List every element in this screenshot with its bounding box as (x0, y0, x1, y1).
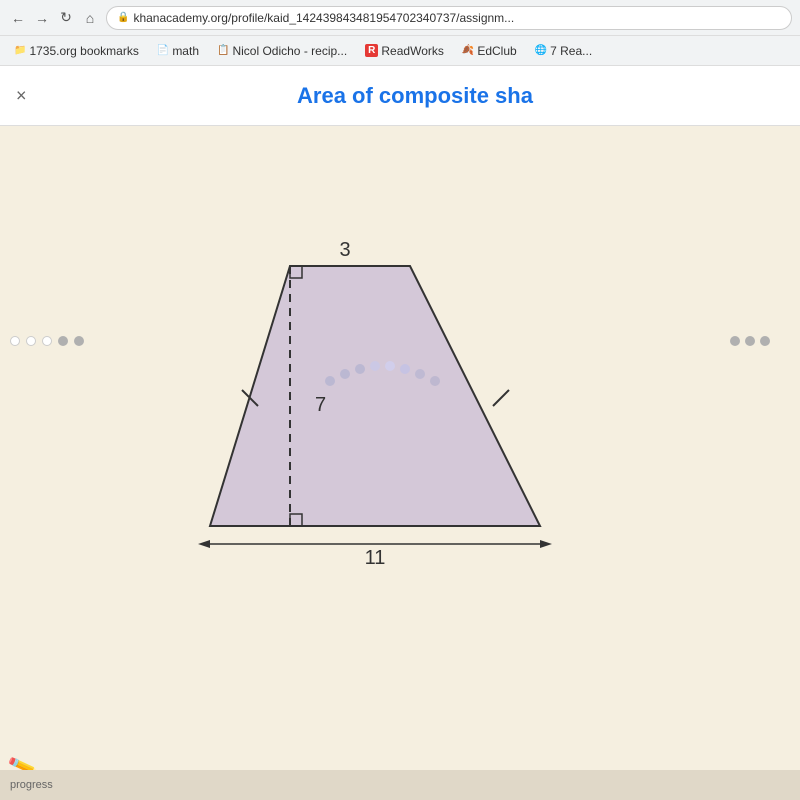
dot (42, 336, 52, 346)
trapezoid-diagram: 3 7 11 (190, 216, 610, 576)
bookmark-math[interactable]: 📄 math (151, 42, 205, 60)
bookmark-nicol[interactable]: 📋 Nicol Odicho - recip... (211, 42, 353, 60)
progress-bar: progress (0, 770, 800, 800)
diagram-container: 3 7 11 (0, 126, 800, 666)
bookmark-readworks-icon: R (365, 44, 378, 57)
dot (760, 336, 770, 346)
bookmark-7rea-icon: 🌐 (535, 45, 547, 56)
bookmark-nicol-label: Nicol Odicho - recip... (232, 44, 347, 58)
bookmark-edclub[interactable]: 🍂 EdClub (456, 42, 523, 60)
bookmark-edclub-icon: 🍂 (462, 45, 474, 56)
url-text: khanacademy.org/profile/kaid_14243984348… (133, 11, 514, 25)
top-label: 3 (339, 239, 350, 261)
dot (745, 336, 755, 346)
bookmark-1735[interactable]: 📁 1735.org bookmarks (8, 42, 145, 60)
dots-right-decoration (720, 326, 780, 356)
bookmark-math-label: math (172, 44, 199, 58)
bookmarks-bar: 📁 1735.org bookmarks 📄 math 📋 Nicol Odic… (0, 36, 800, 66)
reload-button[interactable]: ↻ (56, 8, 76, 28)
bookmark-7rea-label: 7 Rea... (550, 44, 592, 58)
page-title: Area of composite sha (50, 83, 780, 109)
bookmark-edclub-label: EdClub (477, 44, 516, 58)
lock-icon: 🔒 (117, 12, 129, 23)
height-label: 7 (315, 394, 326, 416)
dot (10, 336, 20, 346)
dots-left-decoration (0, 326, 94, 356)
address-bar[interactable]: 🔒 khanacademy.org/profile/kaid_142439843… (106, 6, 792, 30)
bookmark-math-icon: 📄 (157, 45, 169, 56)
dot (26, 336, 36, 346)
bottom-label: 11 (365, 547, 386, 569)
bookmark-7rea[interactable]: 🌐 7 Rea... (529, 42, 598, 60)
back-button[interactable]: ← (8, 8, 28, 28)
close-button[interactable]: × (16, 85, 27, 106)
bookmark-readworks[interactable]: R ReadWorks (359, 42, 450, 60)
home-button[interactable]: ⌂ (80, 8, 100, 28)
browser-navigation: ← → ↻ ⌂ (8, 8, 100, 28)
bookmark-1735-label: 1735.org bookmarks (29, 44, 138, 58)
dot (74, 336, 84, 346)
bookmark-readworks-label: ReadWorks (381, 44, 443, 58)
progress-text: progress (10, 779, 53, 791)
bookmark-nicol-icon: 📋 (217, 45, 229, 56)
content-area: × Area of composite sha 3 7 (0, 66, 800, 800)
bookmark-folder-icon: 📁 (14, 45, 26, 56)
dot (730, 336, 740, 346)
browser-bar: ← → ↻ ⌂ 🔒 khanacademy.org/profile/kaid_1… (0, 0, 800, 36)
dot (58, 336, 68, 346)
page-header: × Area of composite sha (0, 66, 800, 126)
forward-button[interactable]: → (32, 8, 52, 28)
